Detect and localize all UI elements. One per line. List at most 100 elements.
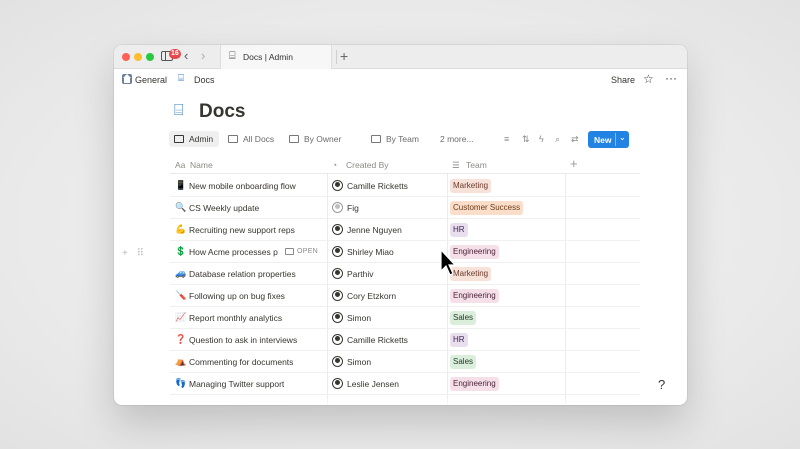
page-title: Docs	[199, 101, 246, 122]
chevron-down-icon[interactable]: ⌄	[619, 133, 626, 142]
row-emoji-icon: 📱	[175, 180, 187, 190]
table-header: Aa Name ◔ Created By ☰ Team +	[170, 156, 640, 174]
created-by-name: Jenne Nguyen	[347, 225, 402, 235]
column-header-name[interactable]: Name	[190, 160, 213, 170]
team-tag[interactable]: Engineering	[450, 289, 499, 303]
view-settings-icon[interactable]: ⇄	[571, 134, 579, 145]
row-title[interactable]: Commenting for documents	[189, 357, 293, 367]
breadcrumb-docs[interactable]: Docs	[194, 75, 215, 85]
maximize-window-button[interactable]	[146, 53, 154, 61]
avatar	[332, 290, 343, 301]
team-tag[interactable]: Sales	[450, 311, 477, 325]
avatar	[332, 180, 343, 191]
created-by-name: Simon	[347, 313, 372, 323]
column-header-created-by[interactable]: Created By	[346, 160, 389, 170]
table-row[interactable]: 👣 Managing Twitter support Leslie Jensen En…	[170, 373, 640, 395]
back-arrow-icon[interactable]: ‹	[184, 49, 188, 63]
created-by-name: Camille Ricketts	[347, 181, 408, 191]
table-row[interactable]: 🪛 Following up on bug fixes Cory Etzkorn En…	[170, 285, 640, 307]
row-emoji-icon: ❓	[175, 334, 187, 344]
filter-icon[interactable]: ≡	[504, 134, 509, 144]
row-emoji-icon: 👣	[175, 378, 187, 388]
row-drag-handle[interactable]: + ⠿	[122, 248, 147, 259]
row-title[interactable]: New mobile onboarding flow	[189, 181, 296, 191]
table-row[interactable]: ❓ Question to ask in interviews Camille Ri…	[170, 329, 640, 351]
browser-window: 16 ‹ › ⌸ Docs | Admin + General ⌸ Docs S…	[114, 45, 687, 405]
table-row[interactable]: ⛺ Commenting for documents Simon Sales	[170, 351, 640, 373]
avatar	[332, 334, 343, 345]
table-view-icon	[228, 135, 238, 143]
browser-tab-title: Docs | Admin	[243, 52, 293, 62]
table-row[interactable]: 💪 Recruiting new support reps Jenne Nguyen…	[170, 219, 640, 241]
created-by-name: Camille Ricketts	[347, 335, 408, 345]
row-title[interactable]: How Acme processes p	[189, 247, 278, 257]
row-title[interactable]: Question to ask in interviews	[189, 335, 297, 345]
browser-tab-docs[interactable]: ⌸ Docs | Admin	[220, 45, 332, 69]
forward-arrow-icon[interactable]: ›	[201, 49, 205, 63]
table-row[interactable]: 🚙 Database relation properties Parthiv Mark…	[170, 263, 640, 285]
page-docs-icon: ⌸	[174, 102, 184, 119]
avatar	[332, 224, 343, 235]
team-tag[interactable]: Marketing	[450, 267, 492, 281]
team-tag[interactable]: Engineering	[450, 377, 499, 391]
board-view-icon	[371, 135, 381, 143]
browser-tab-bar: 16 ‹ › ⌸ Docs | Admin +	[114, 45, 687, 69]
table-row[interactable]: 🔍 CS Weekly update Fig Customer Success	[170, 197, 640, 219]
row-title[interactable]: Managing Twitter support	[189, 379, 284, 389]
team-tag[interactable]: Marketing	[450, 179, 492, 193]
tab-all-docs[interactable]: All Docs	[223, 131, 280, 147]
team-tag[interactable]: HR	[450, 223, 468, 237]
row-title[interactable]: Report monthly analytics	[189, 313, 282, 323]
team-tag[interactable]: HR	[450, 333, 468, 347]
notification-badge: 16	[169, 49, 181, 59]
row-emoji-icon: 🚙	[175, 268, 187, 278]
row-title[interactable]: Recruiting new support reps	[189, 225, 295, 235]
help-icon[interactable]: ?	[658, 377, 665, 392]
avatar	[332, 312, 343, 323]
table-row[interactable]: 📱 New mobile onboarding flow Camille Ricke…	[170, 175, 640, 197]
table-row[interactable]: 📈 Report monthly analytics Simon Sales	[170, 307, 640, 329]
created-by-name: Simon	[347, 357, 372, 367]
sort-icon[interactable]: ⇅	[522, 134, 530, 145]
team-tag[interactable]: Sales	[450, 355, 477, 369]
automation-icon[interactable]: ϟ	[539, 134, 544, 144]
column-header-team[interactable]: Team	[466, 160, 487, 170]
team-tag[interactable]: Customer Success	[450, 201, 524, 215]
table-row[interactable]: 💲 How Acme processes p OPEN Shirley Miao Eng…	[170, 241, 640, 263]
avatar	[332, 202, 343, 213]
favorite-star-icon[interactable]: ☆	[643, 72, 654, 86]
row-emoji-icon: ⛺	[175, 356, 187, 366]
open-page-icon	[285, 248, 294, 255]
add-column-button[interactable]: +	[570, 156, 578, 171]
tab-admin[interactable]: Admin	[169, 131, 219, 147]
new-button-divider	[615, 133, 616, 146]
new-tab-button[interactable]: +	[340, 47, 348, 65]
tab-by-owner[interactable]: By Owner	[284, 131, 347, 147]
avatar	[332, 378, 343, 389]
row-emoji-icon: 🪛	[175, 290, 187, 300]
row-title[interactable]: Database relation properties	[189, 269, 296, 279]
row-title[interactable]: Following up on bug fixes	[189, 291, 285, 301]
more-options-icon[interactable]: ···	[665, 71, 677, 85]
open-page-button[interactable]: OPEN	[283, 246, 321, 258]
tab-all-docs-label: All Docs	[243, 134, 275, 144]
mouse-cursor-icon	[440, 249, 456, 276]
minimize-window-button[interactable]	[134, 53, 142, 61]
team-tag[interactable]: Engineering	[450, 245, 499, 259]
created-by-name: Fig	[347, 203, 359, 213]
search-icon[interactable]: ⌕	[555, 134, 560, 145]
share-button[interactable]: Share	[611, 75, 635, 85]
row-title[interactable]: CS Weekly update	[189, 203, 259, 213]
avatar	[332, 356, 343, 367]
tab-by-team-label: By Team	[386, 134, 419, 144]
table-view-icon	[174, 135, 184, 143]
breadcrumb-general[interactable]: General	[135, 75, 167, 85]
more-views-button[interactable]: 2 more...	[434, 131, 480, 147]
new-button[interactable]: New ⌄	[588, 131, 629, 148]
tab-by-team[interactable]: By Team	[366, 131, 425, 147]
open-page-label: OPEN	[297, 248, 319, 255]
avatar	[332, 268, 343, 279]
home-icon	[122, 74, 132, 84]
close-window-button[interactable]	[122, 53, 130, 61]
row-emoji-icon: 📈	[175, 312, 187, 322]
